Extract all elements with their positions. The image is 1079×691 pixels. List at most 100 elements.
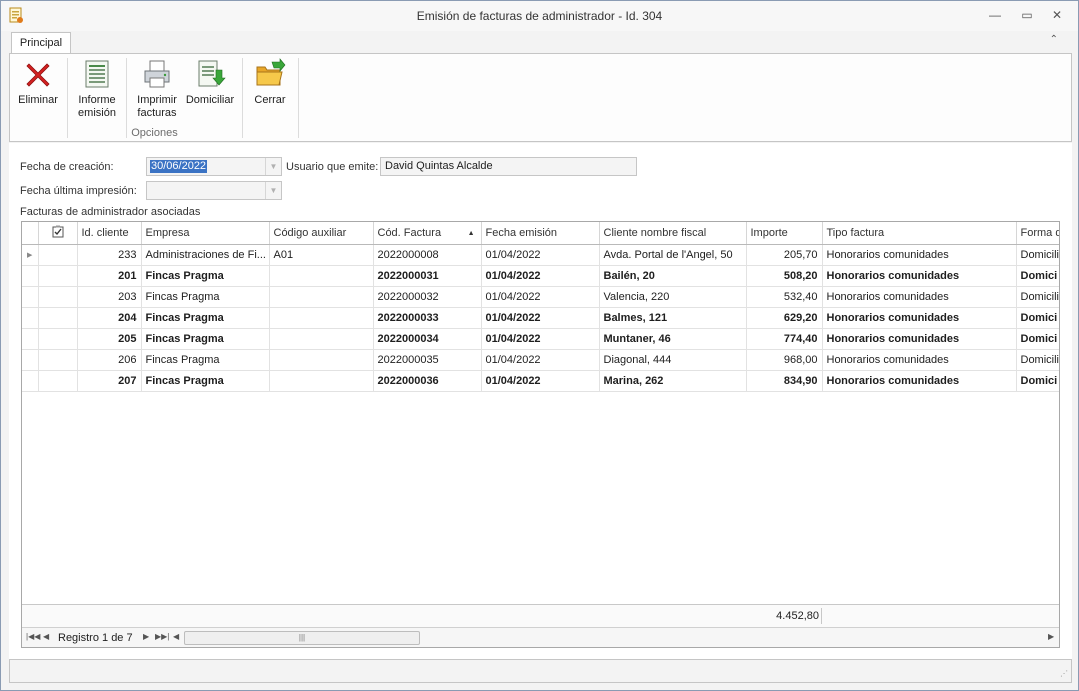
cell-forma[interactable]: Domicilia [1016, 286, 1059, 308]
cell-cliente-nombre-fiscal[interactable]: Valencia, 220 [599, 286, 747, 308]
close-button[interactable]: ✕ [1045, 5, 1069, 25]
column-header-empresa[interactable]: Empresa [141, 222, 270, 245]
cell-codigo-auxiliar[interactable] [269, 265, 374, 287]
cell-id-cliente[interactable]: 207 [77, 370, 142, 392]
eliminar-button[interactable]: Eliminar [14, 58, 62, 107]
cell-cliente-nombre-fiscal[interactable]: Muntaner, 46 [599, 328, 747, 350]
cell-empresa[interactable]: Fincas Pragma [141, 328, 270, 350]
cell-tipo-factura[interactable]: Honorarios comunidades [822, 328, 1017, 350]
column-header-cliente-nombre-fiscal[interactable]: Cliente nombre fiscal [599, 222, 747, 245]
cell-id-cliente[interactable]: 205 [77, 328, 142, 350]
cell-tipo-factura[interactable]: Honorarios comunidades [822, 286, 1017, 308]
cell-codigo-auxiliar[interactable] [269, 307, 374, 329]
cell-importe[interactable]: 834,90 [746, 370, 823, 392]
cell-forma[interactable]: Domicilia [1016, 244, 1059, 266]
last-record-icon[interactable]: ▶▶| [155, 632, 169, 641]
cell-id-cliente[interactable]: 203 [77, 286, 142, 308]
cerrar-button[interactable]: Cerrar [246, 58, 294, 107]
chevron-down-icon[interactable]: ▼ [265, 158, 281, 175]
table-row[interactable]: 201 Fincas Pragma 2022000031 01/04/2022 Bail… [22, 265, 1059, 287]
cell-fecha-emision[interactable]: 01/04/2022 [481, 328, 600, 350]
cell-id-cliente[interactable]: 201 [77, 265, 142, 287]
cell-tipo-factura[interactable]: Honorarios comunidades [822, 244, 1017, 266]
cell-cod-factura[interactable]: 2022000036 [373, 370, 482, 392]
scroll-right-icon[interactable]: ▶ [1048, 632, 1054, 641]
cell-cliente-nombre-fiscal[interactable]: Marina, 262 [599, 370, 747, 392]
table-row[interactable]: 203 Fincas Pragma 2022000032 01/04/2022 Vale… [22, 286, 1059, 308]
tab-principal[interactable]: Principal [11, 32, 71, 54]
previous-record-icon[interactable]: ◀ [43, 632, 49, 641]
cell-forma[interactable]: Domici [1016, 307, 1059, 329]
cell-cod-factura[interactable]: 2022000031 [373, 265, 482, 287]
table-row[interactable]: 206 Fincas Pragma 2022000035 01/04/2022 Diag… [22, 349, 1059, 371]
cell-codigo-auxiliar[interactable] [269, 328, 374, 350]
column-header-codigo-auxiliar[interactable]: Código auxiliar [269, 222, 374, 245]
first-record-icon[interactable]: |◀◀ [26, 632, 40, 641]
cell-cod-factura[interactable]: 2022000035 [373, 349, 482, 371]
cell-cod-factura[interactable]: 2022000033 [373, 307, 482, 329]
cell-fecha-emision[interactable]: 01/04/2022 [481, 349, 600, 371]
cell-id-cliente[interactable]: 206 [77, 349, 142, 371]
cell-tipo-factura[interactable]: Honorarios comunidades [822, 370, 1017, 392]
fecha-impresion-field[interactable]: ▼ [146, 181, 282, 200]
horizontal-scrollbar-thumb[interactable]: ||| [184, 631, 420, 645]
column-header-cod-factura[interactable]: Cód. Factura ▲ [373, 222, 482, 245]
facturas-grid[interactable]: Id. cliente Empresa Código auxiliar Cód.… [21, 221, 1060, 648]
column-header-forma[interactable]: Forma d [1016, 222, 1059, 245]
cell-codigo-auxiliar[interactable] [269, 349, 374, 371]
cell-id-cliente[interactable]: 233 [77, 244, 142, 266]
cell-cliente-nombre-fiscal[interactable]: Bailén, 20 [599, 265, 747, 287]
cell-fecha-emision[interactable]: 01/04/2022 [481, 244, 600, 266]
cell-tipo-factura[interactable]: Honorarios comunidades [822, 349, 1017, 371]
cell-importe[interactable]: 774,40 [746, 328, 823, 350]
fecha-creacion-field[interactable]: 30/06/2022 ▼ [146, 157, 282, 176]
cell-importe[interactable]: 968,00 [746, 349, 823, 371]
cell-cod-factura[interactable]: 2022000034 [373, 328, 482, 350]
cell-empresa[interactable]: Fincas Pragma [141, 370, 270, 392]
cell-fecha-emision[interactable]: 01/04/2022 [481, 370, 600, 392]
cell-tipo-factura[interactable]: Honorarios comunidades [822, 265, 1017, 287]
column-header-fecha-emision[interactable]: Fecha emisión [481, 222, 600, 245]
table-row[interactable]: 207 Fincas Pragma 2022000036 01/04/2022 Mari… [22, 370, 1059, 392]
cell-forma[interactable]: Domici [1016, 328, 1059, 350]
column-header-tipo-factura[interactable]: Tipo factura [822, 222, 1017, 245]
usuario-field[interactable]: David Quintas Alcalde [380, 157, 637, 176]
cell-forma[interactable]: Domici [1016, 370, 1059, 392]
cell-importe[interactable]: 508,20 [746, 265, 823, 287]
cell-empresa[interactable]: Fincas Pragma [141, 286, 270, 308]
cell-forma[interactable]: Domicilia [1016, 349, 1059, 371]
domiciliar-button[interactable]: Domiciliar [185, 58, 235, 107]
restore-button[interactable]: ▭ [1015, 5, 1039, 25]
ribbon-collapse-button[interactable]: ⌃ [1050, 34, 1058, 45]
table-row[interactable]: ▶ 233 Administraciones de Fi... A01 20220000… [22, 244, 1059, 266]
cell-empresa[interactable]: Fincas Pragma [141, 265, 270, 287]
chevron-down-icon[interactable]: ▼ [265, 182, 281, 199]
cell-fecha-emision[interactable]: 01/04/2022 [481, 286, 600, 308]
cell-fecha-emision[interactable]: 01/04/2022 [481, 307, 600, 329]
column-header-id-cliente[interactable]: Id. cliente [77, 222, 142, 245]
cell-empresa[interactable]: Administraciones de Fi... [141, 244, 270, 266]
cell-cliente-nombre-fiscal[interactable]: Diagonal, 444 [599, 349, 747, 371]
check-column-header[interactable] [38, 222, 78, 245]
cell-codigo-auxiliar[interactable] [269, 286, 374, 308]
cell-cod-factura[interactable]: 2022000032 [373, 286, 482, 308]
cell-cliente-nombre-fiscal[interactable]: Avda. Portal de l'Angel, 50 [599, 244, 747, 266]
cell-forma[interactable]: Domici [1016, 265, 1059, 287]
resize-grip-icon[interactable]: ⋰ [1060, 669, 1070, 679]
cell-fecha-emision[interactable]: 01/04/2022 [481, 265, 600, 287]
cell-codigo-auxiliar[interactable] [269, 370, 374, 392]
cell-cliente-nombre-fiscal[interactable]: Balmes, 121 [599, 307, 747, 329]
cell-empresa[interactable]: Fincas Pragma [141, 349, 270, 371]
cell-id-cliente[interactable]: 204 [77, 307, 142, 329]
column-header-importe[interactable]: Importe [746, 222, 823, 245]
cell-importe[interactable]: 205,70 [746, 244, 823, 266]
cell-importe[interactable]: 629,20 [746, 307, 823, 329]
cell-tipo-factura[interactable]: Honorarios comunidades [822, 307, 1017, 329]
minimize-button[interactable]: — [983, 5, 1007, 25]
table-row[interactable]: 205 Fincas Pragma 2022000034 01/04/2022 Munt… [22, 328, 1059, 350]
table-row[interactable]: 204 Fincas Pragma 2022000033 01/04/2022 Balm… [22, 307, 1059, 329]
scroll-left-icon[interactable]: ◀ [173, 632, 179, 641]
next-record-icon[interactable]: ▶ [143, 632, 149, 641]
imprimir-facturas-button[interactable]: Imprimir facturas [132, 58, 182, 120]
cell-importe[interactable]: 532,40 [746, 286, 823, 308]
